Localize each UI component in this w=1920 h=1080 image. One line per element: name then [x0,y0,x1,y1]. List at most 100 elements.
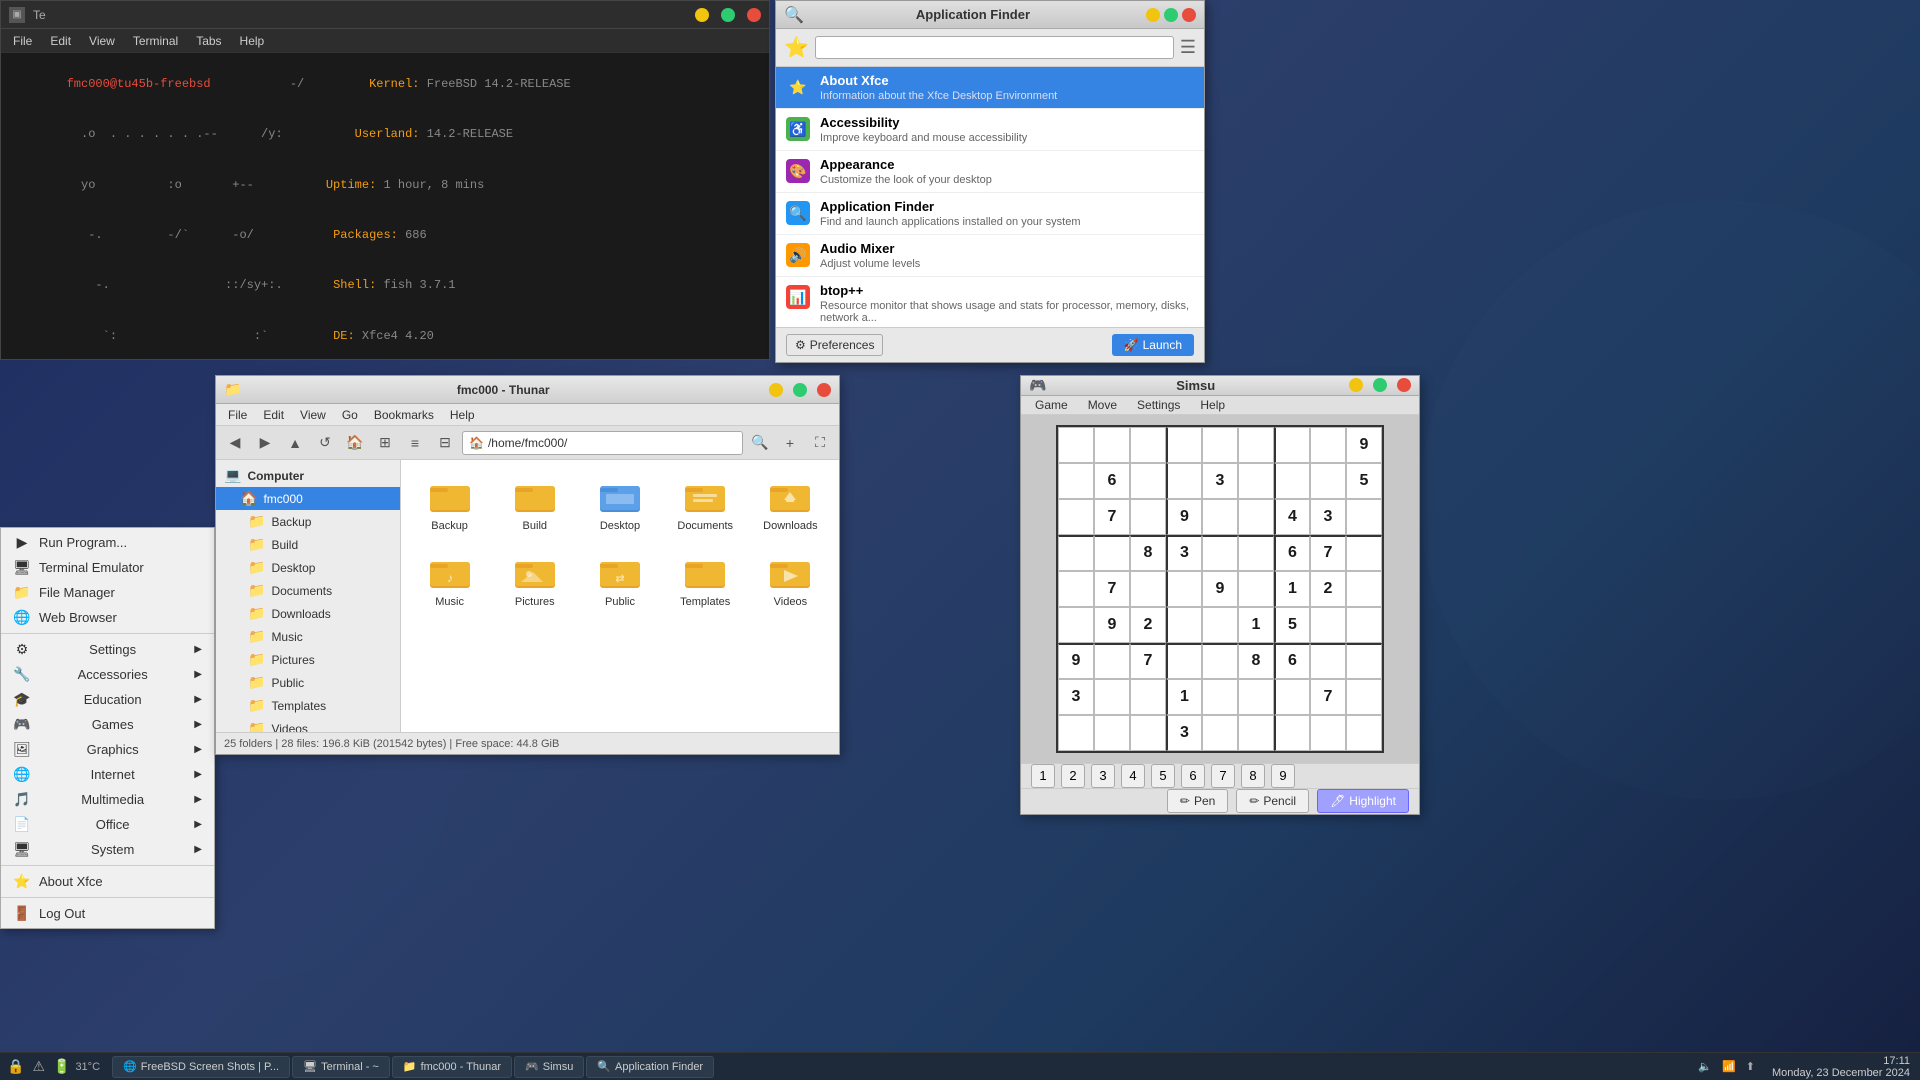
fm-home-btn[interactable]: 🏠 [342,431,368,455]
sudoku-cell-1-8[interactable]: 5 [1346,463,1382,499]
number-btn-1[interactable]: 1 [1031,764,1055,788]
menu-item-terminal[interactable]: 🖥 Terminal Emulator [1,555,214,580]
app-finder-input[interactable] [815,36,1174,59]
sidebar-item-computer[interactable]: 💻 Computer [216,464,400,487]
number-btn-2[interactable]: 2 [1061,764,1085,788]
menu-item-multimedia[interactable]: 🎵 Multimedia [1,787,214,812]
sudoku-cell-0-5[interactable] [1238,427,1274,463]
file-item-public[interactable]: ⇄ Public [581,546,658,614]
update-tray-icon[interactable]: ⬆ [1743,1058,1758,1075]
fm-menu-view[interactable]: View [292,406,334,424]
terminal-menu-help[interactable]: Help [232,32,273,50]
sudoku-cell-3-0[interactable] [1058,535,1094,571]
sudoku-cell-1-3[interactable] [1166,463,1202,499]
sudoku-cell-2-7[interactable]: 3 [1310,499,1346,535]
sudoku-cell-7-0[interactable]: 3 [1058,679,1094,715]
menu-item-internet[interactable]: 🌐 Internet [1,762,214,787]
file-item-pictures[interactable]: Pictures [496,546,573,614]
menu-item-logout[interactable]: 🚪 Log Out [1,901,214,926]
battery-icon[interactable]: 🔋 [50,1056,73,1077]
sudoku-cell-3-6[interactable]: 6 [1274,535,1310,571]
fm-menu-edit[interactable]: Edit [255,406,292,424]
sudoku-cell-3-5[interactable] [1238,535,1274,571]
sudoku-cell-1-5[interactable] [1238,463,1274,499]
simsu-minimize-btn[interactable] [1349,378,1363,392]
app-item-about-xfce[interactable]: ⭐ About Xfce Information about the Xfce … [776,67,1204,109]
number-btn-9[interactable]: 9 [1271,764,1295,788]
sudoku-cell-0-1[interactable] [1094,427,1130,463]
sudoku-cell-5-3[interactable] [1166,607,1202,643]
number-btn-4[interactable]: 4 [1121,764,1145,788]
file-item-build[interactable]: Build [496,470,573,538]
file-item-backup[interactable]: Backup [411,470,488,538]
sudoku-cell-3-4[interactable] [1202,535,1238,571]
task-btn-thunar[interactable]: 📁 fmc000 - Thunar [392,1056,512,1078]
sudoku-cell-3-3[interactable]: 3 [1166,535,1202,571]
volume-tray-icon[interactable]: 🔈 [1695,1058,1715,1075]
fm-forward-btn[interactable]: ▶ [252,431,278,455]
menu-item-system[interactable]: 🖥 System [1,837,214,862]
menu-item-run-program[interactable]: ▶ Run Program... [1,530,214,555]
sudoku-cell-0-3[interactable] [1166,427,1202,463]
lock-icon[interactable]: 🔒 [4,1056,27,1077]
terminal-minimize-btn[interactable] [695,8,709,22]
sudoku-cell-5-0[interactable] [1058,607,1094,643]
sudoku-cell-6-5[interactable]: 8 [1238,643,1274,679]
sudoku-cell-4-3[interactable] [1166,571,1202,607]
fm-menu-help[interactable]: Help [442,406,483,424]
sudoku-cell-7-5[interactable] [1238,679,1274,715]
finder-minimize-btn[interactable] [1146,8,1160,22]
fm-up-btn[interactable]: ▲ [282,431,308,455]
sudoku-cell-6-0[interactable]: 9 [1058,643,1094,679]
sudoku-cell-5-6[interactable]: 5 [1274,607,1310,643]
fm-reload-btn[interactable]: ↺ [312,431,338,455]
simsu-close-btn[interactable] [1397,378,1411,392]
sudoku-cell-4-1[interactable]: 7 [1094,571,1130,607]
menu-item-accessories[interactable]: 🔧 Accessories [1,662,214,687]
sudoku-cell-7-4[interactable] [1202,679,1238,715]
file-item-templates[interactable]: Templates [667,546,744,614]
sudoku-cell-5-8[interactable] [1346,607,1382,643]
fm-new-tab-btn[interactable]: + [777,431,803,455]
sudoku-cell-2-2[interactable] [1130,499,1166,535]
sudoku-cell-6-1[interactable] [1094,643,1130,679]
sudoku-cell-1-4[interactable]: 3 [1202,463,1238,499]
task-btn-terminal[interactable]: 🖥 Terminal - ~ [292,1056,390,1078]
sudoku-cell-4-2[interactable] [1130,571,1166,607]
sudoku-cell-7-3[interactable]: 1 [1166,679,1202,715]
sidebar-item-videos[interactable]: 📁 Videos [216,717,400,732]
sudoku-cell-3-2[interactable]: 8 [1130,535,1166,571]
sudoku-cell-8-6[interactable] [1274,715,1310,751]
sidebar-item-home[interactable]: 🏠 fmc000 [216,487,400,510]
sidebar-item-public[interactable]: 📁 Public [216,671,400,694]
sudoku-cell-7-8[interactable] [1346,679,1382,715]
sudoku-cell-3-1[interactable] [1094,535,1130,571]
fm-search-btn[interactable]: 🔍 [747,431,773,455]
sudoku-cell-0-0[interactable] [1058,427,1094,463]
sudoku-grid[interactable]: 9635794383677912921597863173 [1056,425,1384,753]
number-btn-8[interactable]: 8 [1241,764,1265,788]
menu-item-education[interactable]: 🎓 Education [1,687,214,712]
sidebar-item-backup[interactable]: 📁 Backup [216,510,400,533]
fm-back-btn[interactable]: ◀ [222,431,248,455]
fm-menu-bookmarks[interactable]: Bookmarks [366,406,442,424]
sudoku-cell-5-2[interactable]: 2 [1130,607,1166,643]
file-item-downloads[interactable]: Downloads [752,470,829,538]
terminal-content[interactable]: fmc000@tu45b-freebsd -/ Kernel: FreeBSD … [1,53,769,359]
launch-button[interactable]: 🚀 Launch [1112,334,1194,356]
sudoku-cell-6-3[interactable] [1166,643,1202,679]
sudoku-cell-1-1[interactable]: 6 [1094,463,1130,499]
pencil-tool-btn[interactable]: ✏ Pencil [1236,789,1309,813]
sudoku-cell-2-3[interactable]: 9 [1166,499,1202,535]
sudoku-cell-7-6[interactable] [1274,679,1310,715]
sudoku-cell-6-7[interactable] [1310,643,1346,679]
terminal-menu-terminal[interactable]: Terminal [125,32,186,50]
sudoku-cell-2-5[interactable] [1238,499,1274,535]
sudoku-cell-2-0[interactable] [1058,499,1094,535]
sudoku-cell-0-6[interactable] [1274,427,1310,463]
network-tray-icon[interactable]: 📶 [1719,1058,1739,1075]
sudoku-cell-7-7[interactable]: 7 [1310,679,1346,715]
menu-item-graphics[interactable]: 🖼 Graphics [1,737,214,762]
file-item-music[interactable]: ♪ Music [411,546,488,614]
simsu-menu-help[interactable]: Help [1190,396,1235,414]
